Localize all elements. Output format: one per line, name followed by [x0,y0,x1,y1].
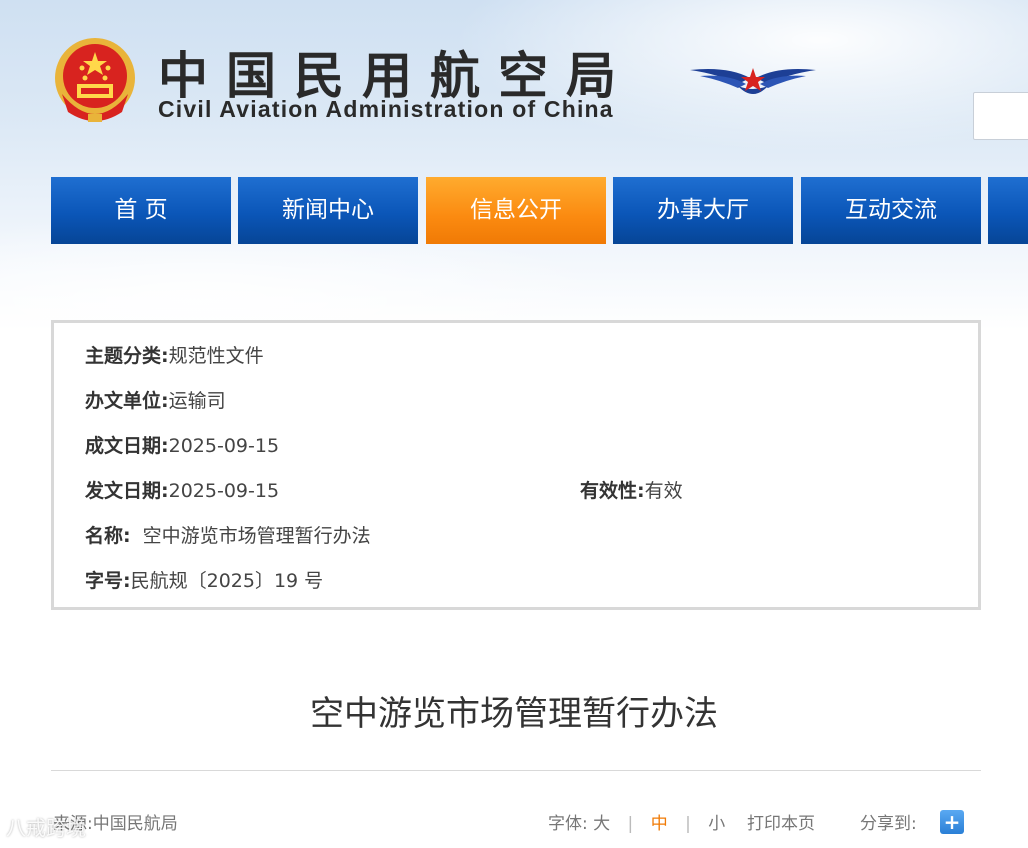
info-topic-value: 规范性文件 [168,345,264,367]
document-info-box: 主题分类:规范性文件 办文单位:运输司 成文日期:2025-09-15 发文日期… [51,320,981,610]
site-title-en: Civil Aviation Administration of China [158,96,614,122]
nav-item-more[interactable] [988,177,1028,244]
info-created-date: 成文日期:2025-09-15 [85,431,279,458]
watermark: 八戒跨境 [6,816,86,840]
info-doc-no-value: 民航规〔2025〕19 号 [130,570,324,592]
info-unit-label: 办文单位: [85,390,169,412]
search-input[interactable] [973,92,1028,140]
info-created-label: 成文日期: [85,435,169,457]
info-name-value: 空中游览市场管理暂行办法 [142,525,371,547]
info-issued-label: 发文日期: [85,480,169,502]
info-topic: 主题分类:规范性文件 [85,341,264,368]
print-page-link[interactable]: 打印本页 [747,809,815,834]
nav-item-news[interactable]: 新闻中心 [238,177,418,244]
info-unit: 办文单位:运输司 [85,386,226,413]
font-size-small[interactable]: 小 [708,814,725,834]
info-doc-no-label: 字号: [85,570,131,592]
share-plus-icon[interactable]: + [940,810,964,834]
info-validity-value: 有效 [644,480,683,502]
font-size-label: 字体: [548,814,588,834]
info-name: 名称: 空中游览市场管理暂行办法 [85,521,371,548]
nav-item-services[interactable]: 办事大厅 [613,177,793,244]
separator: | [685,814,691,834]
info-issued-date: 发文日期:2025-09-15 [85,476,279,503]
info-created-value: 2025-09-15 [168,435,280,457]
nav-item-home[interactable]: 首 页 [51,177,231,244]
info-validity-label: 有效性: [580,480,645,502]
article-title: 空中游览市场管理暂行办法 [310,694,718,734]
caac-wing-logo-icon [690,68,816,94]
info-doc-no: 字号:民航规〔2025〕19 号 [85,566,323,593]
separator: | [627,814,634,834]
info-name-label: 名称: [85,525,131,547]
info-validity: 有效性:有效 [580,476,683,503]
font-size-medium[interactable]: 中 [651,814,668,834]
info-unit-value: 运输司 [168,390,226,412]
title-divider [51,770,981,771]
share-label: 分享到: [860,814,917,834]
font-size-large[interactable]: 大 [593,814,610,834]
font-size-control: 字体: 大 | 中 | 小 [548,809,725,834]
national-emblem-icon [55,38,135,122]
nav-item-info-disclosure[interactable]: 信息公开 [426,177,606,244]
nav-item-interaction[interactable]: 互动交流 [801,177,981,244]
info-issued-value: 2025-09-15 [168,480,280,502]
info-topic-label: 主题分类: [85,345,169,367]
